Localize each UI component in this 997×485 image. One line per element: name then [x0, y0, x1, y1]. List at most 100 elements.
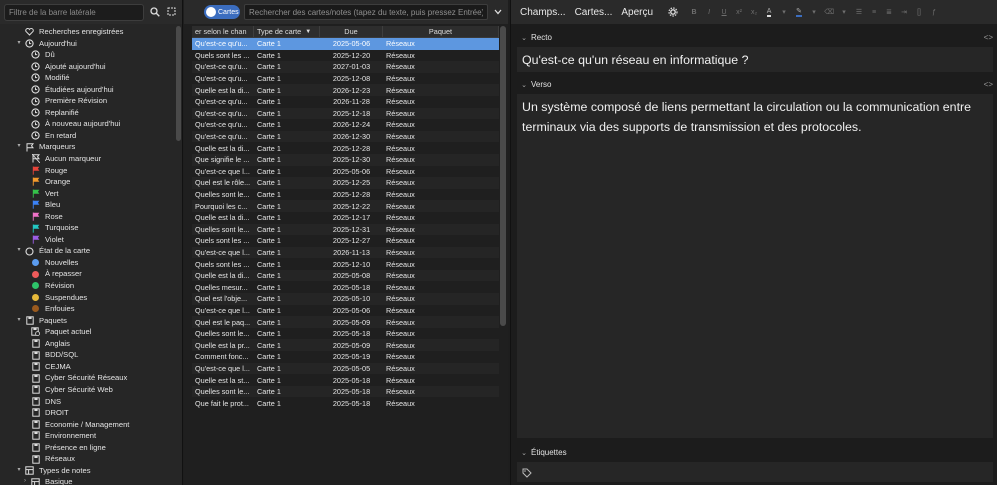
sidebar-item[interactable]: Première Révision [0, 95, 175, 107]
back-field-header[interactable]: ⌄ Verso <> [517, 76, 993, 93]
chevron-down-icon[interactable] [492, 5, 504, 19]
sidebar-item[interactable]: Orange [0, 176, 175, 188]
table-row[interactable]: Qu'est-ce que l... Carte 1 2026-11-13 Résea… [192, 246, 499, 259]
selection-tool-icon[interactable] [165, 5, 178, 20]
sidebar-item[interactable]: Étudiées aujourd'hui [0, 84, 175, 96]
underline-icon[interactable]: U [718, 6, 730, 19]
chevron-down-icon[interactable]: ⌄ [517, 449, 531, 457]
sidebar-item[interactable]: Réseaux [0, 453, 175, 465]
column-header-sort-field[interactable]: er selon le chan [192, 26, 254, 37]
sidebar-item[interactable]: À repasser [0, 268, 175, 280]
collapse-icon[interactable]: ▾ [14, 245, 24, 257]
table-row[interactable]: Quel est le rôle... Carte 1 2025-12-25 Rése… [192, 177, 499, 189]
sidebar-item[interactable]: Suspendues [0, 292, 175, 304]
back-field-editor[interactable]: Un système composé de liens permettant l… [517, 94, 993, 438]
table-row[interactable]: Quelles sont le... Carte 1 2025-12-31 Résea… [192, 223, 499, 236]
sidebar-item[interactable]: Environnement [0, 430, 175, 442]
table-row[interactable]: Quels sont les ... Carte 1 2025-12-27 Résea… [192, 235, 499, 247]
sidebar-item[interactable]: Dû [0, 49, 175, 61]
sidebar-item[interactable]: Bleu [0, 199, 175, 211]
sidebar-item[interactable]: Enfouies [0, 303, 175, 315]
chevron-down-icon[interactable]: ▾ [778, 6, 790, 19]
table-row[interactable]: Qu'est-ce qu'u... Carte 1 2025-12-08 Réseau… [192, 73, 499, 85]
table-row[interactable]: Que signifie le ... Carte 1 2025-12-30 Rése… [192, 153, 499, 166]
table-row[interactable]: Quels sont les ... Carte 1 2025-12-10 Résea… [192, 258, 499, 270]
column-header-card-type[interactable]: Type de carte ▼ [254, 26, 320, 37]
sidebar-item[interactable]: Cyber Sécurité Réseaux [0, 372, 175, 384]
table-row[interactable]: Qu'est-ce qu'u... Carte 1 2025-05-06 Réseau… [192, 38, 499, 50]
table-row[interactable]: Qu'est-ce que l... Carte 1 2025-05-05 Résea… [192, 362, 499, 375]
sidebar-item[interactable]: Aucun marqueur [0, 153, 175, 165]
table-row[interactable]: Comment fonc... Carte 1 2025-05-19 Réseaux [192, 351, 499, 363]
indent-icon[interactable]: ⇥ [898, 6, 910, 19]
table-row[interactable]: Que fait le prot... Carte 1 2025-05-18 Rése… [192, 397, 499, 409]
sidebar-item[interactable]: Nouvelles [0, 257, 175, 269]
sidebar-item[interactable]: À nouveau aujourd'hui [0, 118, 175, 130]
sidebar-item[interactable]: En retard [0, 130, 175, 142]
sidebar-item[interactable]: CEJMA [0, 361, 175, 373]
sidebar-item[interactable]: Anglais [0, 338, 175, 350]
tags-header[interactable]: ⌄ Étiquettes [517, 444, 993, 461]
sidebar-item[interactable]: Cyber Sécurité Web [0, 384, 175, 396]
sidebar-item[interactable]: ▾ Aujourd'hui [0, 38, 175, 50]
table-row[interactable]: Quelles mesur... Carte 1 2025-05-18 Réseaux [192, 281, 499, 293]
tags-editor[interactable] [517, 462, 993, 482]
table-row[interactable]: Qu'est-ce qu'u... Carte 1 2027-01-03 Réseau… [192, 61, 499, 73]
table-row[interactable]: Quelle est la di... Carte 1 2025-12-17 Rése… [192, 212, 499, 224]
sidebar-filter-input[interactable] [4, 3, 144, 21]
sidebar-item[interactable]: Economie / Management [0, 419, 175, 431]
table-row[interactable]: Qu'est-ce qu'u... Carte 1 2025-12-18 Réseau… [192, 107, 499, 120]
search-input[interactable] [244, 4, 488, 20]
italic-icon[interactable]: I [703, 6, 715, 19]
table-row[interactable]: Quel est le paq... Carte 1 2025-05-09 Résea… [192, 316, 499, 328]
table-row[interactable]: Quelles sont le... Carte 1 2025-05-18 Résea… [192, 385, 499, 398]
sidebar-item[interactable]: Rouge [0, 165, 175, 177]
sidebar-item[interactable]: Vert [0, 188, 175, 200]
text-color-icon[interactable]: A [763, 6, 775, 19]
table-row[interactable]: Quelle est la st... Carte 1 2025-05-18 Rése… [192, 374, 499, 386]
cards-notes-toggle[interactable]: Cartes [204, 5, 240, 19]
chevron-down-icon[interactable]: ⌄ [517, 34, 531, 42]
chevron-down-icon[interactable]: ▾ [838, 6, 850, 19]
sidebar-item[interactable]: DNS [0, 396, 175, 408]
align-icon[interactable]: ≣ [883, 6, 895, 19]
sidebar-item[interactable]: Rose [0, 211, 175, 223]
sidebar-item[interactable]: Présence en ligne [0, 442, 175, 454]
sidebar-item[interactable]: › Basique [0, 476, 175, 485]
table-scrollbar[interactable] [500, 26, 506, 326]
html-editor-toggle-icon[interactable]: <> [984, 80, 993, 89]
subscript-icon[interactable]: x₂ [748, 6, 760, 19]
table-row[interactable]: Quelle est la di... Carte 1 2026-12-23 Rése… [192, 84, 499, 96]
table-row[interactable]: Quelle est la di... Carte 1 2025-12-28 Rése… [192, 142, 499, 154]
superscript-icon[interactable]: x² [733, 6, 745, 19]
sidebar-item[interactable]: Recherches enregistrées [0, 26, 175, 38]
expand-icon[interactable]: › [20, 476, 30, 485]
front-field-header[interactable]: ⌄ Recto <> [517, 29, 993, 46]
sidebar-item[interactable]: Révision [0, 280, 175, 292]
unordered-list-icon[interactable]: ☰ [853, 6, 865, 19]
bold-icon[interactable]: B [688, 6, 700, 19]
chevron-down-icon[interactable]: ▾ [808, 6, 820, 19]
highlight-icon[interactable]: ✎ [793, 6, 805, 19]
table-row[interactable]: Qu'est-ce que l... Carte 1 2025-05-06 Résea… [192, 305, 499, 317]
table-row[interactable]: Qu'est-ce qu'u... Carte 1 2026-12-30 Réseau… [192, 130, 499, 143]
chevron-down-icon[interactable]: ⌄ [517, 81, 531, 89]
eraser-icon[interactable]: ⌫ [823, 6, 835, 19]
cloze-icon[interactable]: [] [913, 6, 925, 19]
fields-button[interactable]: Champs... [517, 4, 569, 20]
collapse-icon[interactable]: ▾ [14, 465, 24, 477]
preview-button[interactable]: Aperçu [618, 4, 656, 20]
sidebar-item[interactable]: ▾ Types de notes [0, 465, 175, 477]
sidebar-item[interactable]: Ajouté aujourd'hui [0, 61, 175, 73]
table-row[interactable]: Quel est l'obje... Carte 1 2025-05-10 Résea… [192, 293, 499, 305]
collapse-icon[interactable]: ▾ [14, 315, 24, 327]
sidebar-item[interactable]: Turquoise [0, 222, 175, 234]
formula-icon[interactable]: ƒ [928, 6, 940, 19]
sidebar-item[interactable]: BDD/SQL [0, 349, 175, 361]
ordered-list-icon[interactable]: ≡ [868, 6, 880, 19]
table-row[interactable]: Qu'est-ce que l... Carte 1 2025-05-06 Résea… [192, 166, 499, 178]
table-row[interactable]: Pourquoi les c... Carte 1 2025-12-22 Réseau… [192, 200, 499, 212]
table-row[interactable]: Quelles sont le... Carte 1 2025-05-18 Résea… [192, 328, 499, 340]
collapse-icon[interactable]: ▾ [14, 38, 24, 50]
table-row[interactable]: Qu'est-ce qu'u... Carte 1 2026-12-24 Réseau… [192, 119, 499, 131]
